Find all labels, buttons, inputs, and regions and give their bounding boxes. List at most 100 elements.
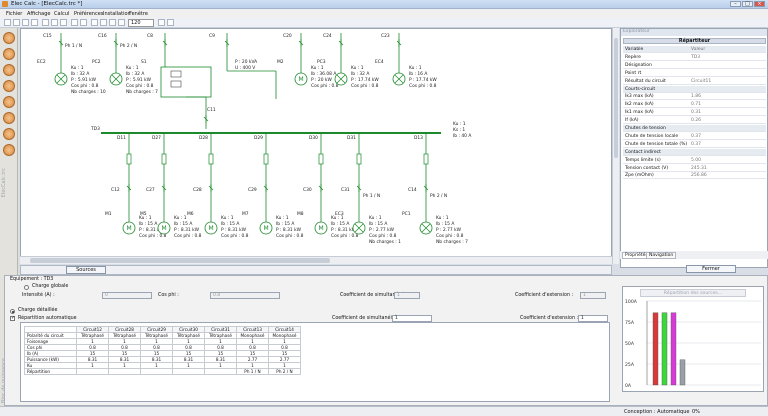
load-parameter: U : 400 V	[235, 65, 255, 71]
table-cell[interactable]	[204, 368, 237, 375]
table-cell[interactable]	[108, 368, 141, 375]
property-row[interactable]: Contact indirect	[623, 148, 766, 156]
zoom-out-icon[interactable]	[118, 19, 125, 26]
cut-icon[interactable]	[42, 19, 49, 26]
paste-icon[interactable]	[60, 19, 67, 26]
load-parameter: Ib : 36.08 A	[311, 71, 336, 77]
menu-calcul[interactable]: Calcul	[54, 11, 69, 17]
property-row[interactable]: Chute de tension locale 0.37	[623, 133, 766, 140]
open-icon[interactable]	[13, 19, 20, 26]
repartition-auto-label: Répartition automatique	[18, 316, 77, 321]
table-cell[interactable]: Ph 1 / N	[236, 368, 269, 375]
table-cell[interactable]	[172, 368, 205, 375]
load-parameter: Ib : 15 A	[369, 221, 387, 227]
menu-preferences[interactable]: Préférences	[74, 11, 103, 17]
table-cell[interactable]	[76, 368, 109, 375]
copy-icon[interactable]	[51, 19, 58, 26]
motor-letter: M	[209, 225, 214, 232]
simultaneite2-field[interactable]: 1	[392, 315, 432, 322]
fermer-button[interactable]: Fermer	[686, 265, 736, 273]
table-cell[interactable]: Ph 2 / N	[268, 368, 301, 375]
palette-breaker-icon[interactable]	[3, 64, 15, 76]
table-cell[interactable]: Tétraphasé	[204, 332, 237, 339]
zoom-in-icon[interactable]	[109, 19, 116, 26]
property-row[interactable]: Ik3 max (kA) 1.86	[623, 93, 766, 101]
property-row[interactable]: Courts-circuit	[623, 85, 766, 93]
sources-button[interactable]: Sources	[66, 266, 106, 274]
palette-lamp-icon[interactable]	[3, 128, 15, 140]
palette-transformer-icon[interactable]	[3, 48, 15, 60]
menu-affichage[interactable]: Affichage	[27, 11, 51, 17]
property-row[interactable]: Ik1 max (kA) 0.31	[623, 109, 766, 117]
property-row[interactable]: Désignation	[623, 62, 766, 69]
extension-field[interactable]: 1	[580, 292, 606, 299]
property-key: Point rt	[625, 70, 642, 76]
property-row[interactable]: Chute de tension totale (%) 0.37	[623, 141, 766, 148]
close-button[interactable]: ×	[754, 1, 765, 7]
property-row[interactable]: Chutes de tension	[623, 125, 766, 132]
equipment-ref: M2	[277, 59, 284, 65]
zoom-select[interactable]: 120	[128, 19, 154, 27]
repartition-chart-panel: 100A 75A 50A 25A 0A	[622, 286, 764, 392]
property-row[interactable]: Résultat du circuit Circuit11	[623, 78, 766, 85]
load-parameter: Ku : 1	[311, 65, 324, 71]
maximize-button[interactable]: □	[742, 1, 753, 7]
new-icon[interactable]	[4, 19, 11, 26]
menu-installation[interactable]: Installation	[103, 11, 131, 17]
property-row[interactable]: Temps limite (s) 5.00	[623, 157, 766, 164]
property-row[interactable]: Variable Valeur	[623, 46, 766, 53]
canvas-horizontal-scrollbar[interactable]	[20, 256, 612, 264]
table-cell[interactable]: Tétraphasé	[76, 332, 109, 339]
check-icon[interactable]	[100, 19, 107, 26]
property-row[interactable]: Ik2 max (kA) 0.71	[623, 101, 766, 109]
palette-cable-icon[interactable]	[3, 80, 15, 92]
palette-source-icon[interactable]	[3, 32, 15, 44]
charge-detaillee-radio[interactable]	[10, 309, 15, 314]
schematic-canvas[interactable]: C15 Ph 1 / N EC2 Ku : 1 Ib : 32 AP : 5.91 kW…	[20, 28, 612, 264]
simultaneite-field[interactable]: 1	[394, 292, 420, 299]
redo-icon[interactable]	[80, 19, 87, 26]
table-cell[interactable]: Tétraphasé	[172, 332, 205, 339]
cosphi-field[interactable]: 0.8	[210, 292, 280, 299]
charge-globale-label: Charge globale	[32, 284, 69, 289]
table-cell[interactable]	[140, 368, 173, 375]
property-row[interactable]: If (kA) 0.26	[623, 117, 766, 125]
menu-fichier[interactable]: Fichier	[6, 11, 22, 17]
chart-tick-label: 50A	[625, 341, 635, 347]
menu-fenetre[interactable]: Fenêtre	[129, 11, 148, 17]
minimize-button[interactable]: –	[730, 1, 741, 7]
equipment-ref: EC3	[335, 211, 344, 217]
repartition-auto-checkbox[interactable]: ✓	[10, 315, 15, 321]
print-icon[interactable]	[31, 19, 38, 26]
property-key: Chutes de tension	[625, 126, 666, 131]
extension2-field[interactable]: 1	[578, 315, 608, 322]
table-cell[interactable]: Tétraphasé	[108, 332, 141, 339]
property-row[interactable]: Tension contact (V) 245.31	[623, 165, 766, 172]
help-icon[interactable]	[167, 19, 174, 26]
palette-busbar-icon[interactable]	[3, 96, 15, 108]
canvas-vertical-scrollbar[interactable]	[612, 28, 619, 264]
property-row[interactable]: Zpe (mOhm) 256.86	[623, 172, 766, 180]
phase-load-chart: 100A 75A 50A 25A 0A	[625, 299, 761, 389]
extension-label: Coefficient d'extension :	[515, 293, 574, 298]
table-cell[interactable]: Tétraphasé	[140, 332, 173, 339]
palette-load-icon[interactable]	[3, 144, 15, 156]
load-parameter: P : 8.31 kW	[221, 227, 247, 233]
bus-node-label: D11	[117, 135, 126, 141]
charge-globale-radio[interactable]	[24, 285, 29, 290]
calculate-icon[interactable]	[91, 19, 98, 26]
undo-icon[interactable]	[71, 19, 78, 26]
intensite-field[interactable]: 0	[102, 292, 152, 299]
property-row[interactable]: Repère TD3	[623, 54, 766, 61]
tab-navigation[interactable]: Navigation	[646, 252, 677, 259]
grid-icon[interactable]	[158, 19, 165, 26]
table-cell[interactable]: Monophasé	[268, 332, 301, 339]
table-cell[interactable]: Monophasé	[236, 332, 269, 339]
load-parameter: Cos phi : 0.8	[276, 233, 304, 239]
repartition-sources-button[interactable]: Répartition des sources...	[640, 289, 746, 297]
palette-motor-icon[interactable]	[3, 112, 15, 124]
chart-tick-label: 75A	[625, 320, 635, 326]
row-header: Répartition	[24, 368, 77, 375]
property-row[interactable]: Point rt	[623, 70, 766, 77]
save-icon[interactable]	[22, 19, 29, 26]
